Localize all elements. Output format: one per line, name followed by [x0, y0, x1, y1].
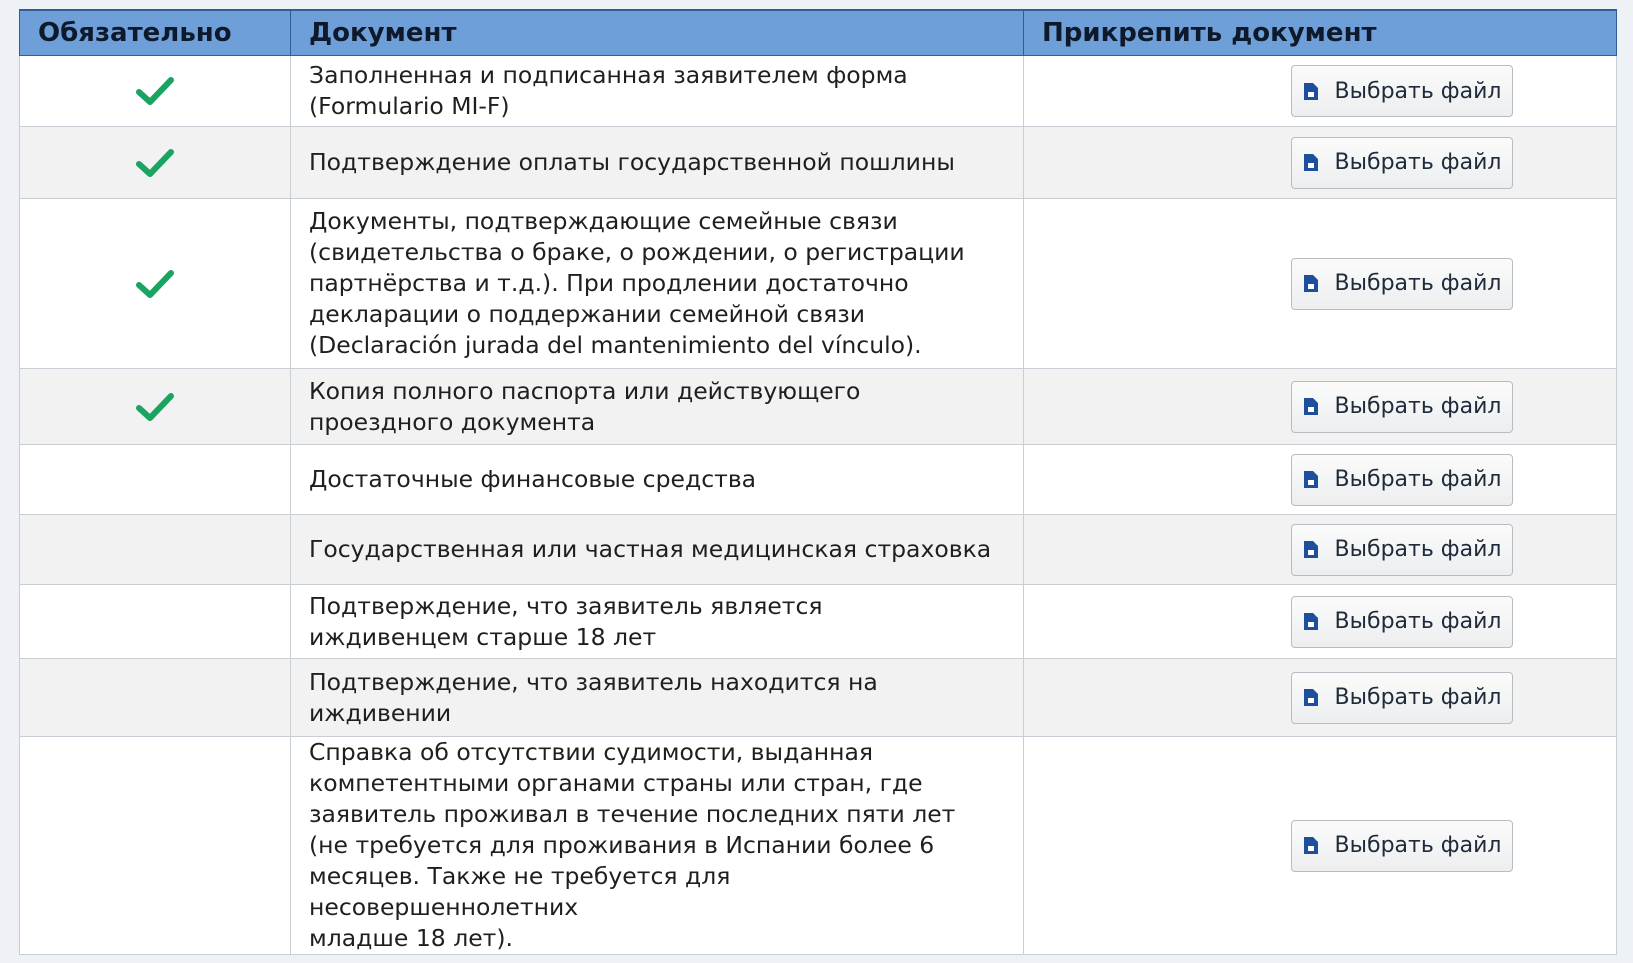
required-cell — [19, 55, 291, 127]
required-cell — [19, 658, 291, 737]
choose-file-label: Выбрать файл — [1334, 394, 1502, 419]
choose-file-label: Выбрать файл — [1334, 609, 1502, 634]
choose-file-label: Выбрать файл — [1334, 150, 1502, 175]
choose-file-button[interactable]: Выбрать файл — [1291, 257, 1513, 310]
document-name: Заполненная и подписанная заявителем фор… — [290, 55, 1024, 127]
checkmark-icon — [136, 392, 174, 421]
table-row: Подтверждение оплаты государственной пош… — [19, 126, 1617, 199]
choose-file-label: Выбрать файл — [1334, 685, 1502, 710]
header-attach: Прикрепить документ — [1023, 9, 1617, 56]
table-row: Копия полного паспорта или действующего … — [19, 368, 1617, 445]
file-icon — [1303, 613, 1318, 630]
document-name: Подтверждение оплаты государственной пош… — [290, 126, 1024, 199]
file-icon — [1303, 471, 1318, 488]
document-name: Государственная или частная медицинская … — [290, 514, 1024, 585]
attach-cell: Выбрать файл — [1023, 198, 1617, 369]
choose-file-button[interactable]: Выбрать файл — [1291, 595, 1513, 648]
file-icon — [1303, 82, 1318, 100]
attach-cell: Выбрать файл — [1023, 368, 1617, 445]
document-name: Подтверждение, что заявитель находится н… — [290, 658, 1024, 737]
required-cell — [19, 368, 291, 445]
choose-file-button[interactable]: Выбрать файл — [1291, 523, 1513, 576]
documents-table: Обязательно Документ Прикрепить документ… — [19, 9, 1617, 955]
document-name: Копия полного паспорта или действующего … — [290, 368, 1024, 445]
file-icon — [1303, 275, 1318, 292]
required-cell — [19, 126, 291, 199]
required-cell — [19, 444, 291, 515]
table-row: Достаточные финансовые средства Выбрать ф… — [19, 444, 1617, 515]
file-icon — [1303, 837, 1318, 854]
document-name: Документы, подтверждающие семейные связи… — [290, 198, 1024, 369]
file-icon — [1303, 541, 1318, 558]
table-body: Заполненная и подписанная заявителем фор… — [19, 55, 1617, 955]
table-row: Подтверждение, что заявитель находится н… — [19, 658, 1617, 737]
attach-cell: Выбрать файл — [1023, 658, 1617, 737]
choose-file-button[interactable]: Выбрать файл — [1291, 380, 1513, 433]
table-row: Подтверждение, что заявитель является иж… — [19, 584, 1617, 659]
table-row: Государственная или частная медицинская … — [19, 514, 1617, 585]
required-cell — [19, 198, 291, 369]
choose-file-button[interactable]: Выбрать файл — [1291, 453, 1513, 506]
document-name: Справка об отсутствии судимости, выданна… — [290, 736, 1024, 955]
required-cell — [19, 514, 291, 585]
table-row: Заполненная и подписанная заявителем фор… — [19, 55, 1617, 127]
document-name: Достаточные финансовые средства — [290, 444, 1024, 515]
attach-cell: Выбрать файл — [1023, 736, 1617, 955]
checkmark-icon — [136, 148, 174, 177]
attach-cell: Выбрать файл — [1023, 126, 1617, 199]
file-icon — [1303, 154, 1318, 171]
choose-file-button[interactable]: Выбрать файл — [1291, 819, 1513, 872]
choose-file-label: Выбрать файл — [1334, 833, 1502, 858]
choose-file-label: Выбрать файл — [1334, 78, 1502, 104]
attach-cell: Выбрать файл — [1023, 55, 1617, 127]
choose-file-label: Выбрать файл — [1334, 467, 1502, 492]
choose-file-button[interactable]: Выбрать файл — [1291, 671, 1513, 724]
table-row: Документы, подтверждающие семейные связи… — [19, 198, 1617, 369]
required-cell — [19, 584, 291, 659]
choose-file-button[interactable]: Выбрать файл — [1291, 65, 1513, 117]
choose-file-label: Выбрать файл — [1334, 271, 1502, 296]
file-icon — [1303, 689, 1318, 706]
table-header-row: Обязательно Документ Прикрепить документ — [19, 9, 1617, 56]
attach-cell: Выбрать файл — [1023, 444, 1617, 515]
header-required: Обязательно — [19, 9, 291, 56]
document-name: Подтверждение, что заявитель является иж… — [290, 584, 1024, 659]
choose-file-label: Выбрать файл — [1334, 537, 1502, 562]
header-document: Документ — [290, 9, 1024, 56]
checkmark-icon — [136, 77, 174, 105]
file-icon — [1303, 398, 1318, 415]
required-cell — [19, 736, 291, 955]
attach-cell: Выбрать файл — [1023, 514, 1617, 585]
attach-cell: Выбрать файл — [1023, 584, 1617, 659]
choose-file-button[interactable]: Выбрать файл — [1291, 136, 1513, 189]
checkmark-icon — [136, 269, 174, 298]
table-row: Справка об отсутствии судимости, выданна… — [19, 736, 1617, 955]
